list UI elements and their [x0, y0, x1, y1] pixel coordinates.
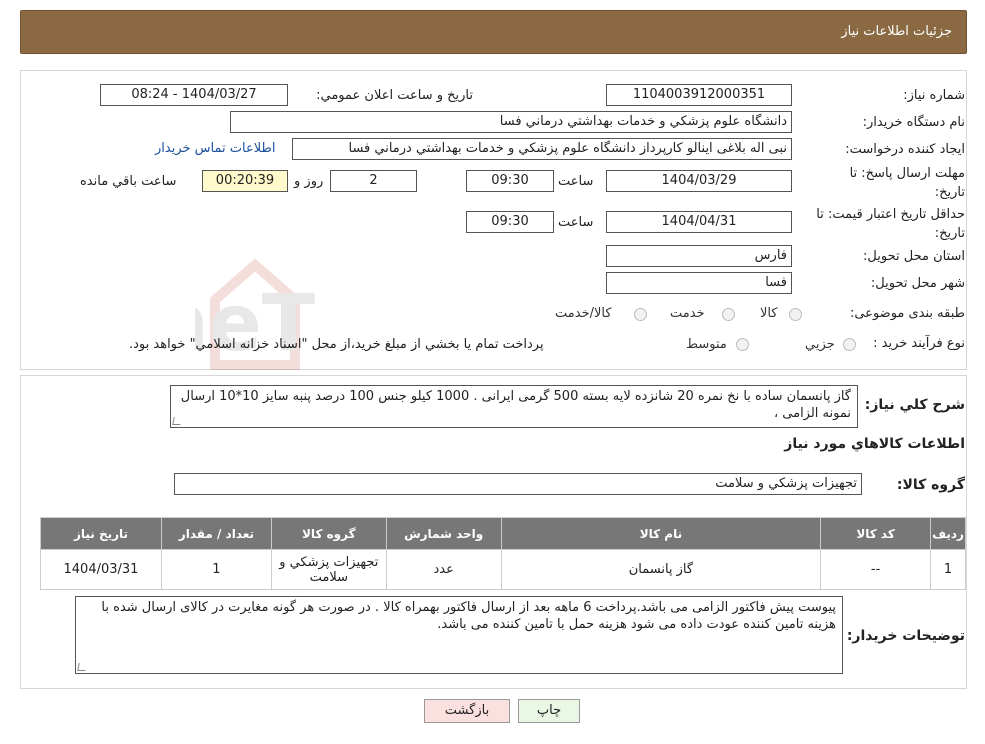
process-note: پرداخت تمام يا بخشي از مبلغ خريد،از محل …	[129, 337, 544, 352]
col-header-date: تاريخ نياز	[40, 517, 162, 550]
goods-group-label: گروه كالا:	[896, 477, 965, 493]
validity-date-field: 1404/04/31	[606, 211, 792, 233]
category-option-goods: كالا	[760, 306, 778, 321]
remaining-time-field: 00:20:39	[202, 170, 288, 192]
buyer-org-field: دانشگاه علوم پزشكي و خدمات بهداشتي درمان…	[230, 111, 792, 133]
city-label: شهر محل تحويل:	[870, 276, 965, 291]
description-textarea[interactable]: گاز پانسمان ساده با نخ نمره 20 شانزده لا…	[170, 385, 858, 428]
buyer-notes-label: توضيحات خريدار:	[846, 628, 965, 644]
description-label: شرح كلي نياز:	[864, 397, 965, 413]
print-button[interactable]: چاپ	[518, 699, 580, 723]
process-option-medium: متوسط	[686, 337, 727, 352]
category-label: طبقه بندی موضوعی:	[849, 306, 965, 321]
page-header: جزئیات اطلاعات نیاز	[20, 10, 967, 54]
deadline-label: مهلت ارسال پاسخ: تا	[849, 166, 965, 181]
need-number-field: 1104003912000351	[606, 84, 792, 106]
creator-label: ايجاد كننده درخواست:	[845, 142, 965, 157]
buyer-notes-text: پیوست پیش فاکتور الزامی می باشد.پرداخت 6…	[101, 600, 836, 632]
col-header-row-number: رديف	[930, 517, 966, 550]
category-radio-goods[interactable]	[789, 308, 802, 321]
col-header-code: كد كالا	[820, 517, 932, 550]
process-option-minor: جزيي	[805, 337, 835, 352]
cell-name: گاز پانسمان	[500, 549, 822, 590]
table-header-row: رديف كد كالا نام كالا واحد شمارش گروه كا…	[40, 517, 966, 550]
announce-label: تاریخ و ساعت اعلان عمومي:	[316, 88, 473, 103]
validity-label-date: تاريخ:	[934, 226, 965, 241]
cell-group: تجهيزات پزشكي و سلامت	[270, 549, 387, 590]
deadline-date-field: 1404/03/29	[606, 170, 792, 192]
province-field: فارس	[606, 245, 792, 267]
cell-date: 1404/03/31	[40, 549, 162, 590]
category-option-service: خدمت	[670, 306, 705, 321]
col-header-name: نام كالا	[500, 517, 822, 550]
process-radio-medium[interactable]	[736, 338, 749, 351]
cell-quantity: 1	[160, 549, 272, 590]
creator-field: نبی اله بلاغی اینالو کارپرداز دانشگاه عل…	[292, 138, 792, 160]
validity-time-label: ساعت	[558, 215, 594, 230]
category-radio-goods-service[interactable]	[634, 308, 647, 321]
process-radio-minor[interactable]	[843, 338, 856, 351]
province-label: استان محل تحويل:	[863, 249, 965, 264]
back-button[interactable]: بازگشت	[424, 699, 510, 723]
remaining-label: ساعت باقي مانده	[80, 174, 177, 189]
buyer-org-label: نام دستگاه خريدار:	[862, 115, 965, 130]
description-text: گاز پانسمان ساده با نخ نمره 20 شانزده لا…	[180, 389, 851, 421]
cell-code: --	[820, 549, 932, 590]
announce-field: 1404/03/27 - 08:24	[100, 84, 288, 106]
goods-section-title: اطلاعات كالاهاي مورد نياز	[784, 436, 965, 452]
resize-grip-icon[interactable]	[172, 417, 182, 425]
deadline-time-field: 09:30	[466, 170, 554, 192]
buyer-contact-link[interactable]: اطلاعات تماس خريدار	[155, 141, 275, 156]
process-label: نوع فرآيند خريد :	[873, 336, 965, 351]
deadline-label-date: تاريخ:	[934, 185, 965, 200]
page-title: جزئیات اطلاعات نیاز	[841, 24, 952, 39]
table-row: 1 -- گاز پانسمان عدد تجهيزات پزشكي و سلا…	[40, 549, 966, 590]
city-field: فسا	[606, 272, 792, 294]
resize-grip-icon[interactable]	[77, 663, 87, 671]
deadline-time-label: ساعت	[558, 174, 594, 189]
validity-label: حداقل تاريخ اعتبار قيمت: تا	[816, 207, 965, 222]
need-number-label: شماره نیاز:	[903, 88, 965, 103]
col-header-unit: واحد شمارش	[385, 517, 502, 550]
category-radio-service[interactable]	[722, 308, 735, 321]
col-header-quantity: تعداد / مقدار	[160, 517, 272, 550]
validity-time-field: 09:30	[466, 211, 554, 233]
category-option-goods-service: كالا/خدمت	[555, 306, 612, 321]
days-label: روز و	[294, 174, 324, 189]
cell-row-number: 1	[930, 549, 966, 590]
buyer-notes-textarea[interactable]: پیوست پیش فاکتور الزامی می باشد.پرداخت 6…	[75, 596, 843, 674]
goods-group-field: تجهيزات پزشكي و سلامت	[174, 473, 862, 495]
cell-unit: عدد	[385, 549, 502, 590]
days-field: 2	[330, 170, 417, 192]
goods-table: رديف كد كالا نام كالا واحد شمارش گروه كا…	[40, 517, 966, 590]
col-header-group: گروه كالا	[270, 517, 387, 550]
